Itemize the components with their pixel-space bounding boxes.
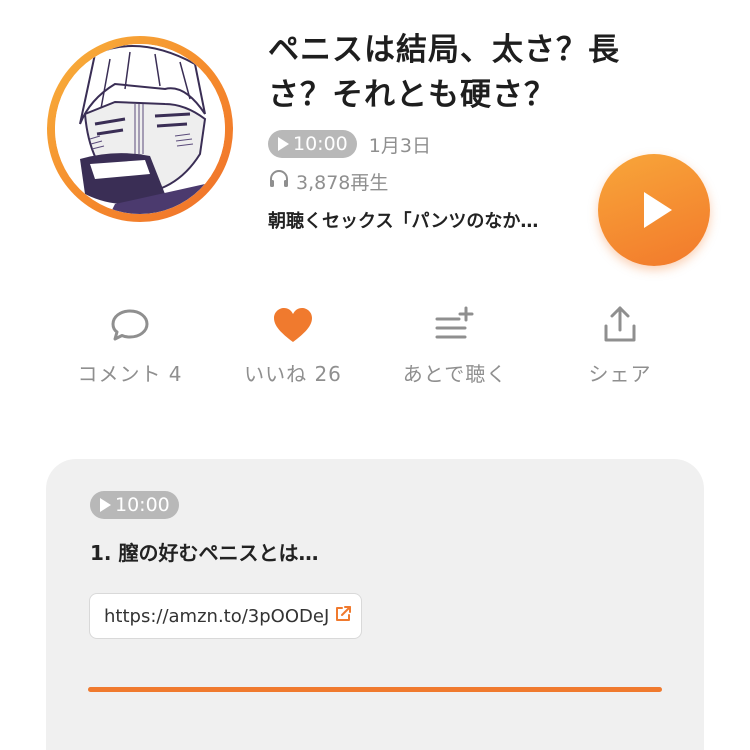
external-link-text: https://amzn.to/3pOODeJ — [104, 605, 330, 627]
episode-artwork-image — [55, 44, 225, 214]
chapter-duration-badge[interactable]: 10:00 — [90, 491, 179, 519]
headphones-icon — [268, 169, 290, 194]
like-button[interactable]: いいね 26 — [213, 300, 373, 387]
listen-later-button[interactable]: あとで聴く — [375, 300, 535, 387]
action-bar: コメント 4 いいね 26 あとで聴く シェア — [0, 300, 750, 390]
chapter-progress-bar[interactable] — [88, 687, 662, 692]
listen-later-label: あとで聴く — [402, 362, 508, 386]
chapter-duration-text: 10:00 — [115, 494, 170, 516]
comment-label: コメント 4 — [77, 362, 183, 386]
play-small-icon — [278, 137, 289, 151]
like-label: いいね 26 — [244, 362, 342, 386]
share-button[interactable]: シェア — [540, 300, 700, 387]
episode-meta: 10:00 1月3日 — [268, 130, 431, 158]
play-count-text: 3,878再生 — [296, 172, 389, 194]
comment-bubble-icon — [109, 300, 151, 350]
episode-title: ペニスは結局、太さ？長さ？それとも硬さ？ — [268, 32, 620, 113]
external-link[interactable]: https://amzn.to/3pOODeJ — [89, 593, 363, 639]
chapter-title: 1. 膣の好むペニスとは… — [90, 541, 319, 565]
duration-text: 10:00 — [293, 133, 348, 155]
chapter-progress-fill — [88, 687, 662, 692]
share-label: シェア — [588, 362, 652, 386]
chapter-card: 10:00 1. 膣の好むペニスとは… https://amzn.to/3pOO… — [46, 459, 704, 750]
show-name-link[interactable]: 朝聴くセックス「パンツのなか… — [268, 207, 538, 233]
play-button[interactable] — [598, 154, 710, 266]
play-icon — [644, 192, 672, 228]
external-link-icon — [333, 604, 353, 629]
add-to-queue-icon — [433, 300, 477, 350]
episode-artwork[interactable] — [47, 36, 233, 222]
duration-badge: 10:00 — [268, 130, 357, 158]
play-count: 3,878再生 — [268, 168, 388, 195]
heart-icon — [271, 300, 315, 350]
comment-button[interactable]: コメント 4 — [50, 300, 210, 387]
play-small-icon — [100, 498, 111, 512]
share-icon — [600, 300, 640, 350]
episode-date: 1月3日 — [368, 134, 431, 157]
